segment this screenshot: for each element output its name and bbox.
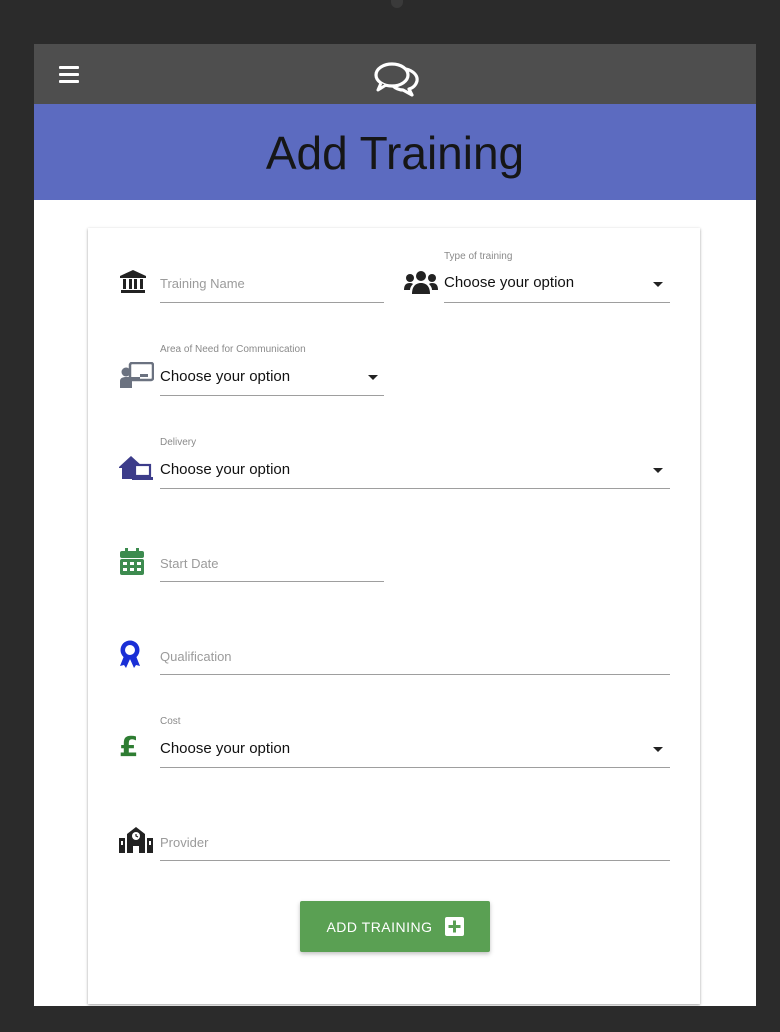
pound-sign-icon: £ [119, 730, 139, 763]
chevron-down-icon[interactable] [653, 747, 663, 752]
users-group-icon [404, 271, 438, 294]
start-date-input[interactable]: Start Date [160, 556, 384, 576]
chat-bubbles-icon[interactable] [372, 60, 420, 98]
add-training-button[interactable]: ADD TRAINING [300, 901, 490, 952]
delivery-underline [160, 488, 670, 489]
delivery-label: Delivery [160, 437, 197, 448]
top-navbar [34, 44, 756, 104]
qualification-underline [160, 674, 670, 675]
award-ribbon-icon [120, 640, 140, 668]
cost-underline [160, 767, 670, 768]
school-building-icon [119, 827, 153, 853]
chalkboard-teacher-icon [120, 362, 154, 388]
type-of-training-underline [444, 302, 670, 303]
type-of-training-label: Type of training [444, 251, 513, 262]
area-of-need-underline [160, 395, 384, 396]
provider-underline [160, 860, 670, 861]
start-date-underline [160, 581, 384, 582]
training-name-underline [160, 302, 384, 303]
add-training-button-label: ADD TRAINING [326, 918, 433, 935]
plus-square-icon [444, 917, 464, 936]
area-of-need-label: Area of Need for Communication [160, 344, 306, 355]
training-name-input[interactable]: Training Name [160, 276, 384, 296]
cost-select[interactable]: Choose your option [160, 740, 670, 757]
device-bezel-bottom [34, 1006, 756, 1032]
bank-building-icon [120, 270, 146, 293]
chevron-down-icon[interactable] [368, 375, 378, 380]
area-of-need-select[interactable]: Choose your option [160, 368, 384, 385]
chevron-down-icon[interactable] [653, 282, 663, 287]
calendar-icon [120, 548, 144, 575]
add-training-form: Training Name Type of training Choose yo… [88, 228, 700, 1004]
type-of-training-select[interactable]: Choose your option [444, 274, 670, 291]
device-camera [391, 0, 403, 8]
hamburger-menu-icon[interactable] [59, 66, 79, 84]
page-title: Add Training [265, 127, 525, 179]
app-screen: Add Training Training Name Type of train… [34, 44, 756, 1006]
delivery-select[interactable]: Choose your option [160, 461, 670, 478]
cost-label: Cost [160, 716, 181, 727]
house-laptop-icon [119, 456, 153, 480]
chevron-down-icon[interactable] [653, 468, 663, 473]
qualification-input[interactable]: Qualification [160, 649, 670, 669]
provider-input[interactable]: Provider [160, 835, 670, 855]
